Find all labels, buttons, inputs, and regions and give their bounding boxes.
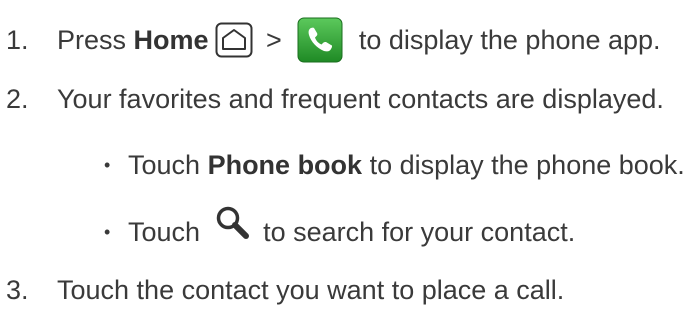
bullet-symbol: • [104, 221, 111, 242]
step-number: 2. [6, 83, 29, 114]
phone-book-label: Phone book [207, 149, 363, 180]
bullet-text: Touch to search for your contact. [128, 206, 576, 248]
phone-app-icon [297, 17, 343, 63]
step-number: 1. [6, 24, 29, 55]
bullet-text-prefix: Touch [128, 149, 208, 180]
step-text-suffix: to display the phone app. [351, 24, 661, 55]
home-icon [215, 22, 253, 58]
bullet-text-suffix: to display the phone book. [362, 149, 685, 180]
home-label: Home [133, 24, 209, 55]
step-number: 3. [6, 274, 29, 305]
bullet-symbol: • [104, 154, 111, 175]
search-icon [214, 205, 250, 241]
step-text: Your favorites and frequent contacts are… [57, 83, 664, 114]
separator: > [258, 24, 290, 55]
bullet-text: Touch Phone book to display the phone bo… [128, 150, 685, 181]
step-text: Press Home > to display the phone app. [57, 17, 661, 63]
bullet-text-suffix: to search for your contact. [255, 216, 576, 247]
bullet-text-prefix: Touch [128, 216, 208, 247]
step-text: Touch the contact you want to place a ca… [57, 274, 565, 305]
step-text-prefix: Press [57, 24, 134, 55]
